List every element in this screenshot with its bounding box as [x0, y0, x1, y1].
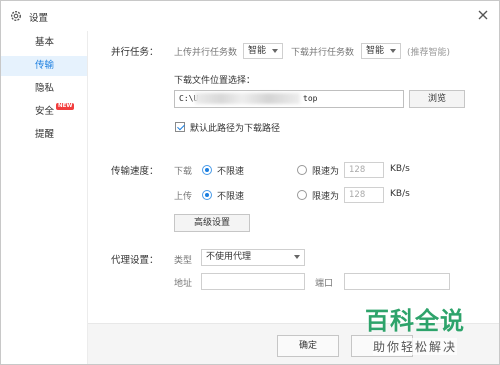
watermark-subtitle: 助你轻松解决 — [373, 338, 458, 355]
proxy-section-title: 代理设置： — [111, 255, 159, 266]
default-path-label: 默认此路径为下载路径 — [190, 124, 281, 134]
sidebar-item-label: 提醒 — [35, 129, 55, 140]
download-location-label: 下载文件位置选择： — [174, 76, 256, 86]
proxy-type-select[interactable]: 不使用代理 — [201, 249, 305, 266]
proxy-address-input[interactable] — [201, 273, 305, 290]
window-title: 设置 — [29, 13, 49, 24]
sidebar-item-security[interactable]: 安全 NEW — [1, 102, 87, 122]
upload-speed-label: 上传 — [174, 192, 193, 202]
upload-parallel-value: 智能 — [248, 46, 267, 56]
speed-section-title: 传输速度： — [111, 166, 159, 177]
download-unit-label: KB/s — [390, 164, 410, 174]
download-speed-label: 下载 — [174, 167, 193, 177]
parallel-hint: (推荐智能) — [407, 48, 451, 58]
upload-limit-label: 限速为 — [312, 192, 340, 202]
sidebar-item-privacy[interactable]: 隐私 — [1, 79, 87, 99]
path-end-text: top — [303, 94, 318, 103]
chevron-down-icon — [390, 49, 396, 53]
chevron-down-icon — [294, 255, 300, 259]
default-path-checkbox[interactable] — [175, 122, 185, 132]
title-bar: 设置 — [1, 1, 499, 31]
sidebar-item-reminder[interactable]: 提醒 — [1, 125, 87, 145]
download-path-field[interactable]: C:\U top — [174, 90, 404, 108]
settings-window: 设置 基本 传输 隐私 安全 NEW 提醒 并行任务： 上传并行任务数 智能 下… — [0, 0, 500, 365]
settings-sidebar: 基本 传输 隐私 安全 NEW 提醒 — [1, 31, 88, 364]
chevron-down-icon — [272, 49, 278, 53]
parallel-section-title: 并行任务： — [111, 47, 159, 58]
sidebar-item-label: 传输 — [35, 60, 55, 71]
upload-unlimited-radio[interactable] — [202, 190, 212, 200]
upload-parallel-select[interactable]: 智能 — [243, 43, 283, 59]
watermark-logo: 百科全说 — [365, 307, 465, 335]
sidebar-item-label: 安全 — [35, 106, 55, 117]
download-limit-input[interactable]: 128 — [344, 162, 384, 178]
download-parallel-label: 下载并行任务数 — [291, 48, 355, 58]
confirm-button[interactable]: 确定 — [277, 335, 339, 357]
sidebar-item-basic[interactable]: 基本 — [1, 33, 87, 53]
download-limit-label: 限速为 — [312, 167, 340, 177]
watermark: 百科全说 助你轻松解决 — [365, 305, 483, 361]
download-parallel-select[interactable]: 智能 — [361, 43, 401, 59]
upload-parallel-label: 上传并行任务数 — [174, 48, 238, 58]
upload-limit-input[interactable]: 128 — [344, 187, 384, 203]
new-badge: NEW — [56, 103, 75, 110]
download-parallel-value: 智能 — [366, 46, 385, 56]
proxy-address-label: 地址 — [174, 279, 193, 289]
redacted-path — [195, 93, 300, 104]
browse-button[interactable]: 浏览 — [409, 90, 465, 108]
upload-unlimited-label: 不限速 — [217, 192, 245, 202]
sidebar-item-transfer[interactable]: 传输 — [1, 56, 87, 76]
sidebar-item-label: 隐私 — [35, 83, 55, 94]
download-limit-radio[interactable] — [297, 165, 307, 175]
gear-icon — [10, 10, 22, 22]
download-unlimited-radio[interactable] — [202, 165, 212, 175]
proxy-type-value: 不使用代理 — [206, 252, 252, 262]
proxy-port-input[interactable] — [344, 273, 450, 290]
upload-unit-label: KB/s — [390, 189, 410, 199]
close-icon[interactable] — [475, 7, 491, 23]
sidebar-item-label: 基本 — [35, 37, 55, 48]
proxy-port-label: 端口 — [315, 279, 334, 289]
advanced-settings-button[interactable]: 高级设置 — [174, 214, 250, 232]
proxy-type-label: 类型 — [174, 256, 193, 266]
download-unlimited-label: 不限速 — [217, 167, 245, 177]
upload-limit-radio[interactable] — [297, 190, 307, 200]
